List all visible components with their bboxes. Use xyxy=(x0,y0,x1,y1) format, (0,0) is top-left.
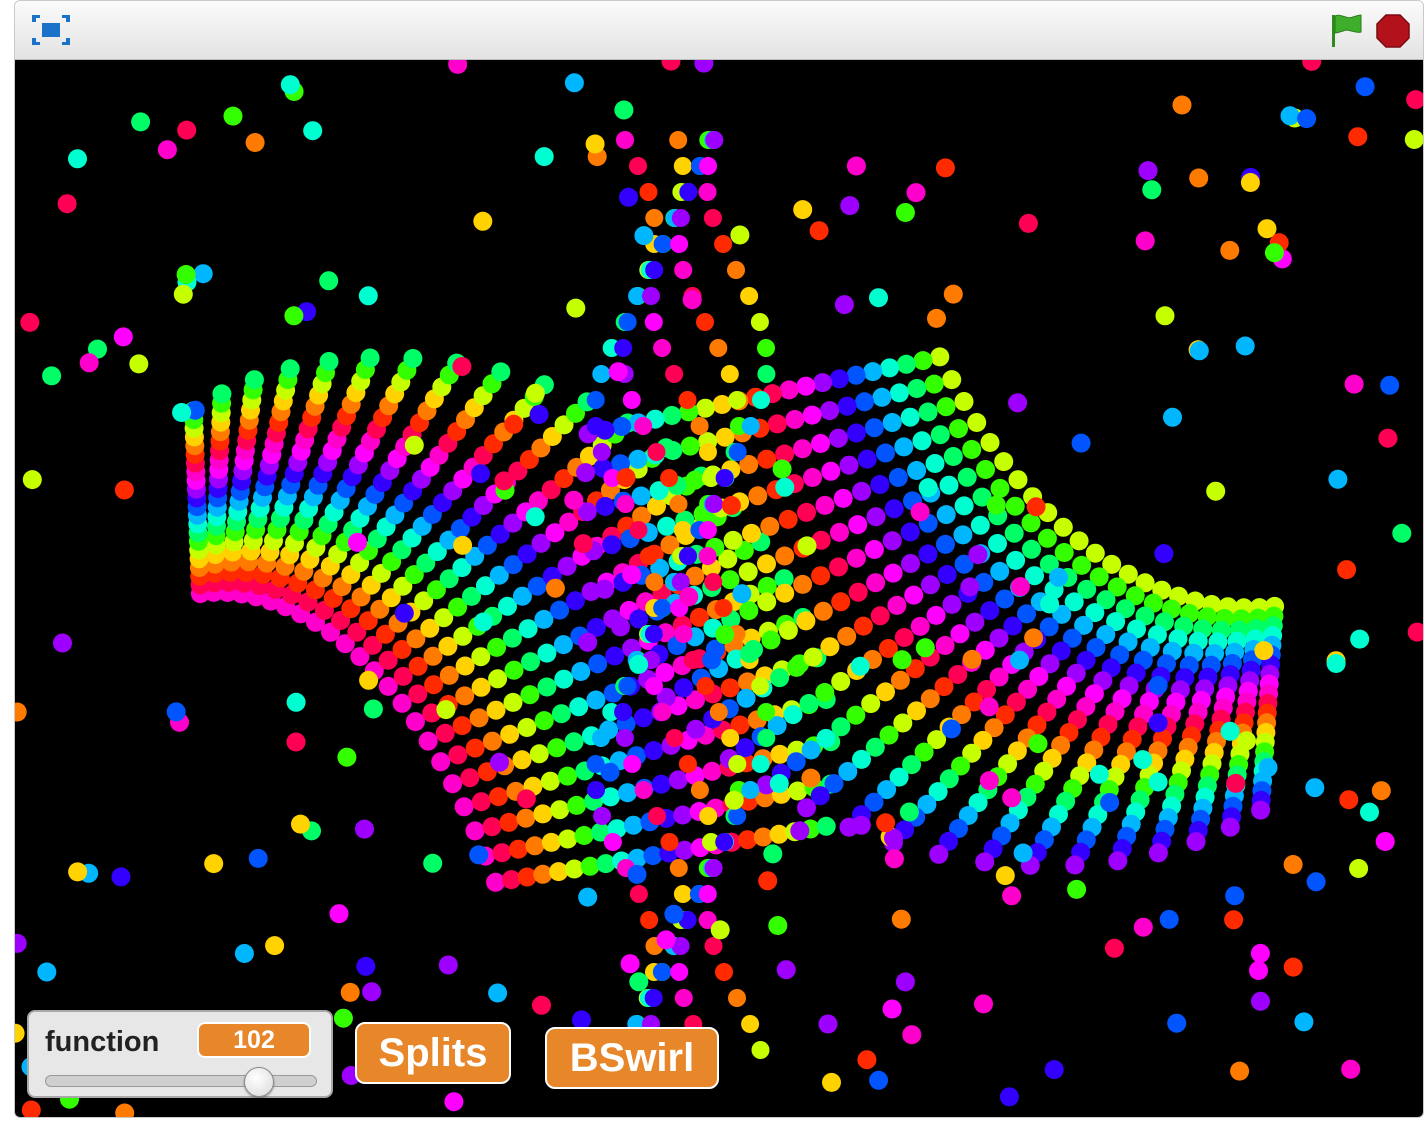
monitor-value: 102 xyxy=(197,1022,311,1058)
green-flag-icon[interactable] xyxy=(1327,11,1365,49)
stop-icon[interactable] xyxy=(1375,13,1411,49)
monitor-label: function xyxy=(45,1026,160,1058)
stage-window: function 102 Splits BSwirl xyxy=(14,0,1424,1118)
variable-slider-monitor: function 102 xyxy=(27,1010,333,1098)
bswirl-button[interactable]: BSwirl xyxy=(545,1027,719,1089)
title-bar xyxy=(15,1,1423,60)
slider-track[interactable] xyxy=(45,1075,317,1087)
splits-button[interactable]: Splits xyxy=(355,1022,511,1084)
particle-art xyxy=(15,60,1423,1117)
stage-canvas[interactable]: function 102 Splits BSwirl xyxy=(15,60,1423,1117)
slider-knob[interactable] xyxy=(244,1067,275,1097)
fullscreen-icon[interactable] xyxy=(29,11,73,49)
